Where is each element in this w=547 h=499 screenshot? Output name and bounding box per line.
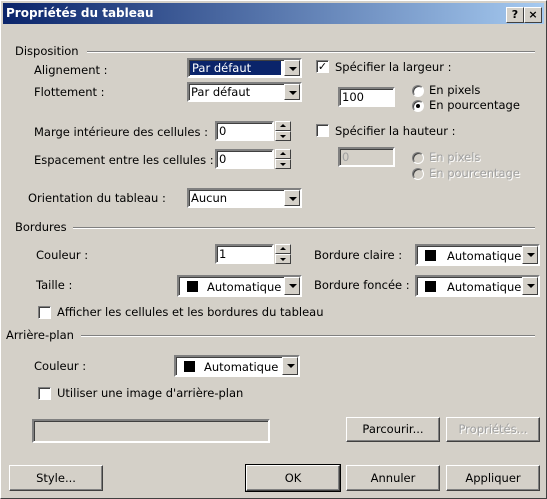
specify-height-checkbox[interactable]: [316, 124, 329, 137]
alignment-select[interactable]: Par défaut: [187, 58, 302, 78]
spin-up-icon[interactable]: [275, 244, 291, 254]
background-color-dropdown-icon[interactable]: [282, 357, 298, 375]
color-swatch: [184, 361, 195, 372]
cell-padding-spinner[interactable]: [275, 121, 291, 141]
border-size-select[interactable]: Automatique: [177, 275, 302, 297]
float-select[interactable]: Par défaut: [187, 82, 302, 102]
alignment-label: Alignement :: [34, 63, 108, 77]
dark-border-value: Automatique: [447, 280, 522, 294]
borders-group-title: Bordures: [15, 220, 67, 234]
browse-button-label: Parcourir...: [362, 422, 424, 436]
cell-padding-value: 0: [219, 124, 227, 138]
border-size-label: Taille :: [36, 278, 73, 292]
width-pixels-radio[interactable]: [412, 85, 424, 97]
background-group-divider: [81, 335, 535, 337]
border-color-spinner[interactable]: [275, 244, 291, 264]
cancel-button-label: Annuler: [370, 471, 416, 485]
height-pixels-label: En pixels: [429, 150, 481, 164]
specify-width-label: Spécifier la largeur :: [335, 60, 452, 74]
width-percent-label: En pourcentage: [429, 98, 520, 112]
ok-button-label: OK: [284, 471, 302, 485]
show-cells-checkbox[interactable]: [38, 306, 51, 319]
background-image-path-input: [32, 419, 270, 443]
light-border-value: Automatique: [447, 249, 522, 263]
ok-button[interactable]: OK: [246, 465, 340, 491]
orientation-value: Aucun: [191, 191, 228, 205]
style-button[interactable]: Style...: [9, 465, 103, 491]
border-color-label: Couleur :: [36, 248, 89, 262]
alignment-value: Par défaut: [190, 61, 281, 75]
layout-group-divider: [87, 51, 535, 53]
dialog-title: Propriétés du tableau: [6, 6, 154, 20]
width-input[interactable]: 100: [338, 87, 395, 107]
cell-spacing-spinner[interactable]: [275, 149, 291, 169]
dark-border-dropdown-icon[interactable]: [522, 277, 538, 295]
background-color-label: Couleur :: [34, 359, 87, 373]
cell-padding-input[interactable]: 0: [215, 121, 274, 141]
spin-up-icon[interactable]: [275, 149, 291, 159]
orientation-label: Orientation du tableau :: [28, 191, 166, 205]
color-swatch: [425, 250, 436, 261]
cell-spacing-label: Espacement entre les cellules :: [34, 153, 214, 167]
color-swatch: [187, 281, 198, 292]
height-percent-label: En pourcentage: [429, 166, 520, 180]
float-label: Flottement :: [34, 85, 105, 99]
orientation-dropdown-icon[interactable]: [284, 190, 300, 206]
browse-button[interactable]: Parcourir...: [346, 417, 440, 442]
table-properties-dialog: Propriétés du tableau ? × Disposition Al…: [0, 0, 547, 499]
cancel-button[interactable]: Annuler: [346, 465, 440, 491]
use-background-image-checkbox[interactable]: [38, 387, 51, 400]
show-cells-label: Afficher les cellules et les bordures du…: [57, 305, 324, 319]
background-color-value: Automatique: [204, 360, 279, 374]
width-pixels-label: En pixels: [429, 83, 481, 97]
height-value: 0: [342, 150, 350, 164]
alignment-dropdown-icon[interactable]: [284, 60, 300, 76]
height-input: 0: [338, 147, 395, 167]
height-percent-radio: [412, 168, 424, 180]
specify-width-checkbox[interactable]: ✓: [316, 60, 329, 73]
close-button[interactable]: ×: [524, 7, 542, 23]
dark-border-select[interactable]: Automatique: [415, 275, 540, 297]
border-color-value: 1: [219, 247, 227, 261]
cell-spacing-value: 0: [219, 152, 227, 166]
border-color-input[interactable]: 1: [215, 244, 274, 264]
border-size-value: Automatique: [207, 280, 282, 294]
border-size-dropdown-icon[interactable]: [284, 277, 300, 295]
spin-down-icon[interactable]: [275, 131, 291, 141]
apply-button-label: Appliquer: [465, 471, 521, 485]
use-background-image-label: Utiliser une image d'arrière-plan: [57, 386, 244, 400]
background-group-title: Arrière-plan: [6, 328, 74, 342]
light-border-label: Bordure claire :: [314, 248, 403, 262]
title-bar[interactable]: Propriétés du tableau ? ×: [3, 3, 544, 24]
dark-border-label: Bordure foncée :: [314, 278, 410, 292]
help-button[interactable]: ?: [506, 7, 524, 23]
image-properties-button: Propriétés...: [446, 417, 540, 442]
background-color-select[interactable]: Automatique: [174, 355, 300, 377]
layout-group-title: Disposition: [15, 44, 79, 58]
specify-height-label: Spécifier la hauteur :: [335, 124, 456, 138]
spin-down-icon[interactable]: [275, 254, 291, 264]
image-properties-label: Propriétés...: [458, 422, 528, 436]
spin-up-icon[interactable]: [275, 121, 291, 131]
color-swatch: [425, 281, 436, 292]
spin-down-icon[interactable]: [275, 159, 291, 169]
orientation-select[interactable]: Aucun: [187, 188, 302, 208]
borders-group-divider: [73, 227, 535, 229]
style-button-label: Style...: [36, 471, 76, 485]
light-border-select[interactable]: Automatique: [415, 244, 540, 266]
float-value: Par défaut: [191, 85, 251, 99]
cell-padding-label: Marge intérieure des cellules :: [34, 125, 208, 139]
width-percent-radio[interactable]: [412, 100, 424, 112]
light-border-dropdown-icon[interactable]: [522, 246, 538, 264]
apply-button[interactable]: Appliquer: [446, 465, 540, 491]
float-dropdown-icon[interactable]: [284, 84, 300, 100]
width-value: 100: [342, 90, 364, 104]
height-pixels-radio: [412, 152, 424, 164]
cell-spacing-input[interactable]: 0: [215, 149, 274, 169]
